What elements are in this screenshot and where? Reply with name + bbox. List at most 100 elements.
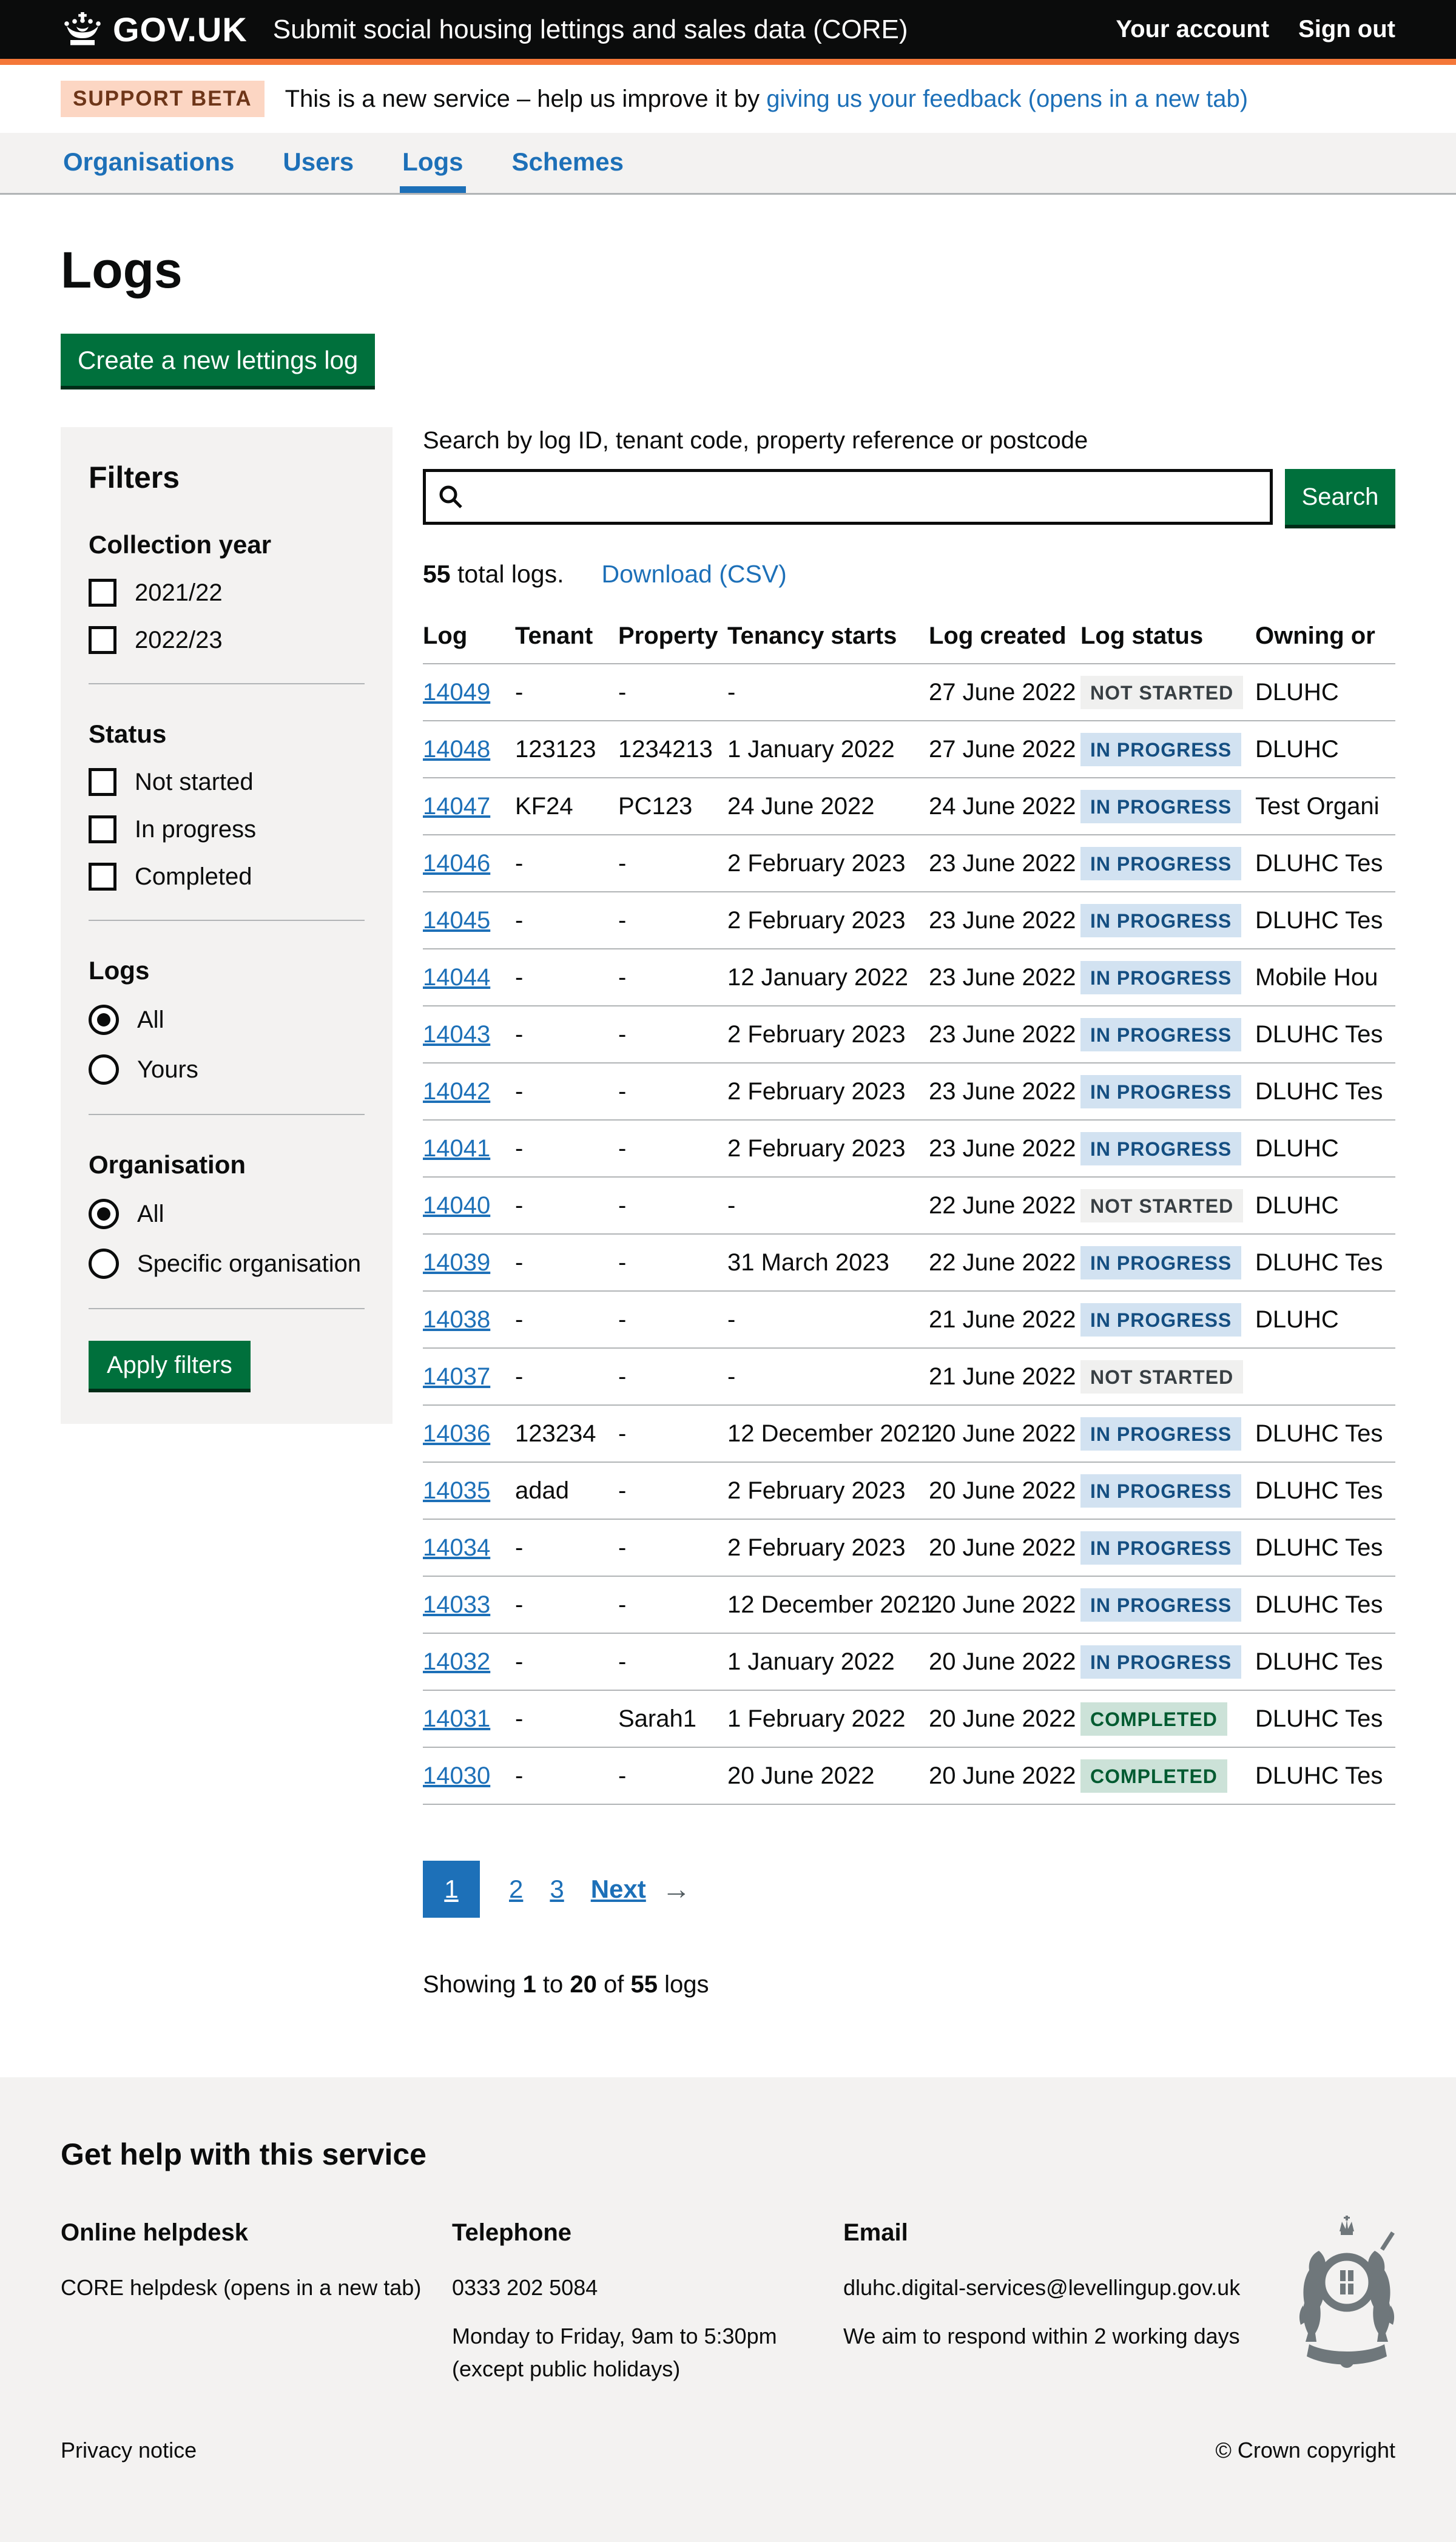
log-id-link[interactable]: 14038: [423, 1306, 490, 1333]
pagination-page-2[interactable]: 2: [509, 1875, 523, 1904]
radio-icon[interactable]: [89, 1005, 119, 1035]
radio-logs-yours[interactable]: Yours: [89, 1054, 365, 1085]
create-lettings-log-button[interactable]: Create a new lettings log: [61, 334, 375, 386]
pagination-next-link[interactable]: Next: [591, 1875, 646, 1904]
logs-legend: Logs: [89, 956, 365, 985]
owning-organisation-cell: Mobile Hou: [1255, 964, 1395, 991]
log-id-link[interactable]: 14046: [423, 850, 490, 877]
owning-organisation-cell: DLUHC Tes: [1255, 1705, 1395, 1733]
govuk-logo[interactable]: GOV.UK: [61, 10, 248, 49]
log-id-link[interactable]: 14048: [423, 736, 490, 763]
log-id-link[interactable]: 14032: [423, 1648, 490, 1675]
checkbox-icon[interactable]: [89, 863, 116, 891]
tenancy-starts-cell: 2 February 2023: [727, 1135, 929, 1162]
owning-organisation-cell: Test Organi: [1255, 793, 1395, 820]
table-row: 14049 - - - 27 June 2022 NOT STARTED DLU…: [423, 663, 1395, 720]
log-id-link[interactable]: 14047: [423, 793, 490, 820]
log-id-link[interactable]: 14035: [423, 1477, 490, 1504]
tenant-cell: -: [515, 1705, 618, 1733]
tenant-cell: -: [515, 1192, 618, 1219]
tenant-cell: KF24: [515, 793, 618, 820]
search-input-container: [423, 469, 1273, 525]
log-id-link[interactable]: 14045: [423, 907, 490, 934]
nav-item-schemes[interactable]: Schemes: [510, 133, 626, 193]
tenant-cell: -: [515, 1648, 618, 1676]
filter-divider: [89, 683, 365, 684]
nav-item-logs[interactable]: Logs: [400, 133, 465, 193]
tenancy-starts-cell: 24 June 2022: [727, 793, 929, 820]
checkbox-not-started[interactable]: Not started: [89, 768, 365, 796]
tenant-cell: 123123: [515, 736, 618, 763]
checkbox-completed[interactable]: Completed: [89, 863, 365, 891]
owning-organisation-cell: DLUHC Tes: [1255, 1648, 1395, 1676]
log-created-cell: 21 June 2022: [929, 1363, 1080, 1391]
status-badge: IN PROGRESS: [1080, 1588, 1241, 1622]
log-id-link[interactable]: 14040: [423, 1192, 490, 1219]
log-id-link[interactable]: 14044: [423, 964, 490, 991]
log-id-link[interactable]: 14042: [423, 1078, 490, 1105]
service-name-link[interactable]: Submit social housing lettings and sales…: [273, 15, 908, 45]
tenant-cell: -: [515, 1762, 618, 1790]
log-id-link[interactable]: 14033: [423, 1591, 490, 1618]
log-id-link[interactable]: 14037: [423, 1363, 490, 1390]
checkbox-icon[interactable]: [89, 815, 116, 843]
owning-organisation-cell: DLUHC: [1255, 1135, 1395, 1162]
log-id-link[interactable]: 14039: [423, 1249, 490, 1276]
log-id-link[interactable]: 14036: [423, 1420, 490, 1447]
property-cell: -: [618, 679, 727, 706]
phase-banner: SUPPORT BETA This is a new service – hel…: [61, 65, 1395, 133]
column-header-tenant: Tenant: [515, 622, 618, 650]
download-csv-link[interactable]: Download (CSV): [602, 560, 787, 588]
checkbox-icon[interactable]: [89, 768, 116, 796]
privacy-notice-link[interactable]: Privacy notice: [61, 2438, 197, 2463]
nav-item-organisations[interactable]: Organisations: [61, 133, 237, 193]
property-cell: -: [618, 964, 727, 991]
crown-copyright-link[interactable]: © Crown copyright: [1215, 2438, 1395, 2463]
checkbox-in-progress[interactable]: In progress: [89, 815, 365, 843]
log-id-link[interactable]: 14043: [423, 1021, 490, 1048]
tenant-cell: -: [515, 1363, 618, 1391]
checkbox-icon[interactable]: [89, 626, 116, 654]
radio-icon[interactable]: [89, 1054, 119, 1085]
log-status-cell: IN PROGRESS: [1080, 1246, 1255, 1279]
property-cell: -: [618, 1249, 727, 1276]
log-created-cell: 20 June 2022: [929, 1762, 1080, 1790]
pagination-page-3[interactable]: 3: [550, 1875, 564, 1904]
log-status-cell: NOT STARTED: [1080, 1360, 1255, 1394]
apply-filters-button[interactable]: Apply filters: [89, 1341, 251, 1389]
log-id-link[interactable]: 14049: [423, 679, 490, 706]
table-row: 14035 adad - 2 February 2023 20 June 202…: [423, 1461, 1395, 1519]
search-input[interactable]: [473, 483, 1259, 511]
property-cell: -: [618, 1648, 727, 1676]
nav-item-users[interactable]: Users: [280, 133, 356, 193]
log-id-link[interactable]: 14041: [423, 1135, 490, 1162]
log-id-link[interactable]: 14031: [423, 1705, 490, 1732]
log-id-link[interactable]: 14034: [423, 1534, 490, 1561]
radio-label: Specific organisation: [137, 1250, 361, 1278]
radio-organisation-specific[interactable]: Specific organisation: [89, 1249, 365, 1279]
radio-icon[interactable]: [89, 1199, 119, 1229]
search-button[interactable]: Search: [1285, 469, 1395, 525]
filters-panel: Filters Collection year 2021/22 2022/23 …: [61, 427, 393, 1424]
radio-icon[interactable]: [89, 1249, 119, 1279]
your-account-link[interactable]: Your account: [1116, 16, 1269, 43]
log-id-link[interactable]: 14030: [423, 1762, 490, 1789]
feedback-link[interactable]: giving us your feedback (opens in a new …: [766, 86, 1248, 112]
telephone-heading: Telephone: [452, 2214, 843, 2251]
owning-organisation-cell: DLUHC Tes: [1255, 1078, 1395, 1105]
filter-logs: Logs All Yours: [89, 956, 365, 1085]
checkbox-2021-22[interactable]: 2021/22: [89, 579, 365, 607]
summary-from: 1: [523, 1971, 536, 1998]
pagination-page-1[interactable]: 1: [423, 1861, 480, 1918]
checkbox-icon[interactable]: [89, 579, 116, 607]
sign-out-link[interactable]: Sign out: [1298, 16, 1395, 43]
core-helpdesk-link[interactable]: CORE helpdesk (opens in a new tab): [61, 2275, 421, 2300]
checkbox-2022-23[interactable]: 2022/23: [89, 626, 365, 654]
radio-organisation-all[interactable]: All: [89, 1199, 365, 1229]
radio-label: All: [137, 1006, 164, 1034]
email-link[interactable]: dluhc.digital-services@levellingup.gov.u…: [843, 2275, 1240, 2300]
radio-logs-all[interactable]: All: [89, 1005, 365, 1035]
status-badge: IN PROGRESS: [1080, 1474, 1241, 1508]
tenancy-starts-cell: 31 March 2023: [727, 1249, 929, 1276]
property-cell: -: [618, 1306, 727, 1333]
